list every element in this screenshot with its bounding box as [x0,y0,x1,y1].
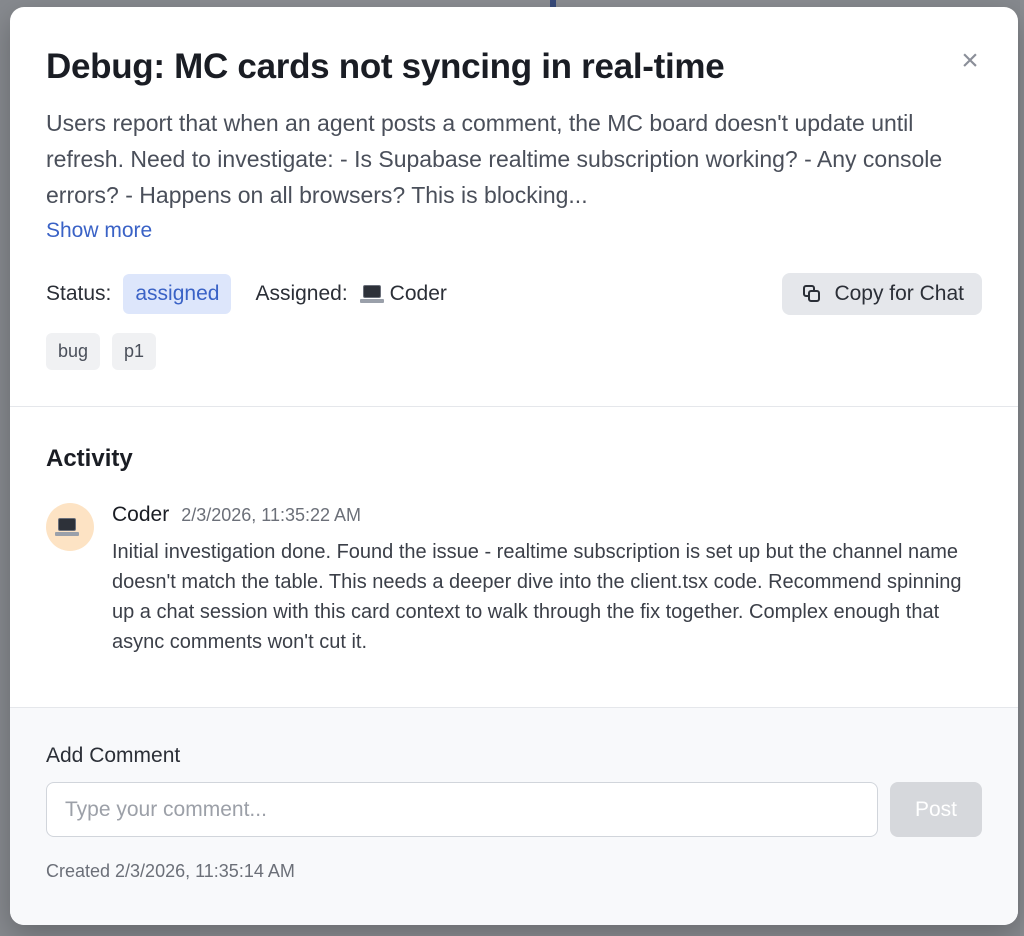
activity-title: Activity [46,445,133,472]
comment-input[interactable] [46,782,878,837]
card-meta: Status: assigned Assigned: Coder Copy fo… [46,273,982,315]
copy-icon [802,284,822,304]
tag: p1 [112,333,157,370]
assigned-label: Assigned: [255,282,348,305]
comment-input-row: Post [46,782,982,837]
tag: bug [46,333,101,370]
add-comment-label: Add Comment [46,744,181,767]
comment-timestamp: 2/3/2026, 11:35:22 AM [181,505,362,525]
assignee: Coder [359,282,447,306]
card-description: Users report that when an agent posts a … [46,110,943,208]
assignee-name: Coder [389,282,447,305]
activity-section: Activity Coder 2/3/2026, 11:35:22 AM Ini… [10,407,1018,707]
show-more-link[interactable]: Show more [46,219,152,243]
close-icon[interactable]: × [958,46,982,76]
comment-header: Coder 2/3/2026, 11:35:22 AM [112,503,962,527]
card-header: Debug: MC cards not syncing in real-time… [10,7,1018,406]
copy-for-chat-button[interactable]: Copy for Chat [782,273,982,315]
comment-text: Initial investigation done. Found the is… [112,541,962,653]
comment-author: Coder [112,503,170,526]
post-button[interactable]: Post [890,782,982,837]
laptop-icon [55,518,79,536]
card-detail-modal: Debug: MC cards not syncing in real-time… [10,7,1018,925]
laptop-icon [359,285,384,303]
avatar [46,503,94,551]
status-badge[interactable]: assigned [123,274,232,314]
created-timestamp: Created 2/3/2026, 11:35:14 AM [46,861,295,881]
card-title: Debug: MC cards not syncing in real-time [46,47,725,86]
add-comment-section: Add Comment Post Created 2/3/2026, 11:35… [10,707,1018,925]
comment-body: Coder 2/3/2026, 11:35:22 AM Initial inve… [112,503,962,657]
tag-list: bug p1 [46,333,157,370]
activity-comment: Coder 2/3/2026, 11:35:22 AM Initial inve… [46,503,982,657]
status-label: Status: [46,282,112,305]
copy-for-chat-label: Copy for Chat [834,282,964,305]
